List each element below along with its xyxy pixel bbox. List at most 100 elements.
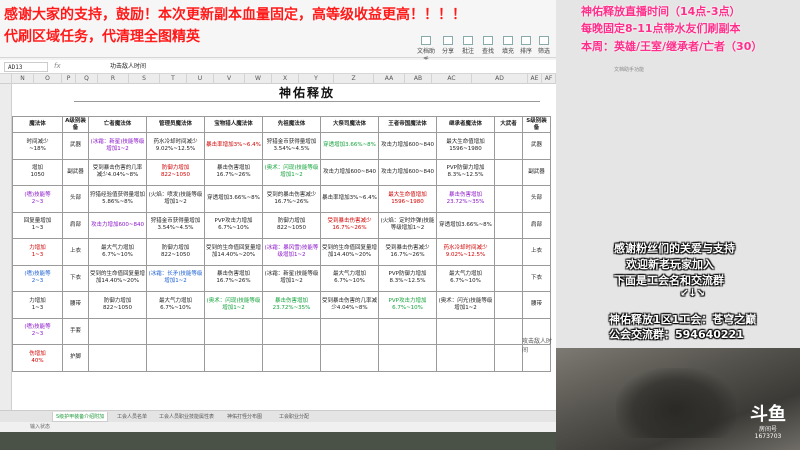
doc-assistant-button[interactable]: 文档助手: [416, 36, 436, 64]
fill-button[interactable]: 填充: [500, 36, 516, 55]
table-cell[interactable]: 药水冷却时间减少 9.02%~12.5%: [146, 132, 205, 160]
sheet-tab[interactable]: S级护甲装备介绍附加: [52, 412, 109, 422]
column-header[interactable]: X: [272, 74, 299, 84]
table-cell[interactable]: [378, 317, 437, 345]
table-cell[interactable]: 狩猎经验值获得量增加5.86%~8%: [88, 185, 147, 213]
table-cell[interactable]: 肩部: [522, 211, 551, 239]
table-cell[interactable]: 防御力增加 822~1050: [88, 291, 147, 319]
table-cell[interactable]: 暴击率增加3%~6.4%: [320, 185, 379, 213]
column-heading[interactable]: 先祖魔法体: [262, 116, 321, 133]
table-cell[interactable]: 暴击伤害增加 23.72%~35%: [436, 185, 495, 213]
table-cell[interactable]: (奥术：闪现)技能等级增加1~2: [262, 158, 321, 186]
table-cell[interactable]: 攻击力增加600~840: [378, 158, 437, 186]
table-cell[interactable]: 回复量增加 1~3: [12, 211, 63, 239]
table-cell[interactable]: 暴击伤害增加 23.72%~35%: [262, 291, 321, 319]
sheet-tab[interactable]: 工会职业分配: [276, 412, 312, 422]
table-cell[interactable]: 穿透增加3.66%~8%: [436, 211, 495, 239]
table-cell[interactable]: 受到暴击伤害减少 16.7%~26%: [378, 238, 437, 266]
table-cell[interactable]: [494, 264, 523, 292]
table-cell[interactable]: 最大气力增加 6.7%~10%: [88, 238, 147, 266]
table-cell[interactable]: 上衣: [62, 238, 89, 266]
table-cell[interactable]: (冰霜：长矛)技能等级增加1~2: [146, 264, 205, 292]
table-cell[interactable]: 力增加 1~3: [12, 291, 63, 319]
column-heading[interactable]: 大武者: [494, 116, 523, 133]
table-cell[interactable]: [88, 344, 147, 372]
table-cell[interactable]: 武器: [62, 132, 89, 160]
column-heading[interactable]: A级别装备: [62, 116, 89, 133]
table-cell[interactable]: [494, 211, 523, 239]
table-cell[interactable]: 武器: [522, 132, 551, 160]
column-header[interactable]: W: [245, 74, 272, 84]
find-button[interactable]: 查找: [480, 36, 496, 55]
table-cell[interactable]: (嗜)技能等 2~3: [12, 317, 63, 345]
column-header[interactable]: Y: [299, 74, 334, 84]
table-cell[interactable]: 攻击力增加600~840: [88, 211, 147, 239]
column-header[interactable]: AD: [472, 74, 528, 84]
column-heading[interactable]: 管理员魔法体: [146, 116, 205, 133]
fx-icon[interactable]: fx: [54, 62, 61, 70]
table-cell[interactable]: 手套: [62, 317, 89, 345]
table-cell[interactable]: PVP防御力增加 8.3%~12.5%: [436, 158, 495, 186]
table-cell[interactable]: 穿透增加3.66%~8%: [204, 185, 263, 213]
column-header[interactable]: T: [160, 74, 187, 84]
table-cell[interactable]: [262, 344, 321, 372]
cell-edit-text[interactable]: 攻击敌人时间: [522, 336, 556, 354]
table-cell[interactable]: 暴击伤害增加 16.7%~26%: [204, 264, 263, 292]
table-cell[interactable]: [494, 132, 523, 160]
column-header[interactable]: Z: [334, 74, 374, 84]
table-cell[interactable]: 最大气力增加 6.7%~10%: [146, 291, 205, 319]
table-cell[interactable]: 暴击伤害增加 16.7%~26%: [204, 158, 263, 186]
table-cell[interactable]: (冰霜：暴风雪)技能等级增加1~2: [262, 238, 321, 266]
table-cell[interactable]: 力增加 1~3: [12, 238, 63, 266]
table-cell[interactable]: (奥术：闪光)技能等级增加1~2: [436, 291, 495, 319]
column-heading[interactable]: 继承者魔法体: [436, 116, 495, 133]
sheet-tab[interactable]: 神佑打怪分布图: [224, 412, 265, 422]
column-heading[interactable]: 王者帝国魔法体: [378, 116, 437, 133]
table-cell[interactable]: 受到暴击伤害减少 16.7%~26%: [320, 211, 379, 239]
table-cell[interactable]: 最大生命值增加 1596~1980: [378, 185, 437, 213]
table-cell[interactable]: [378, 344, 437, 372]
table-cell[interactable]: [436, 317, 495, 345]
filter-button[interactable]: 筛选: [536, 36, 552, 55]
column-header[interactable]: P: [62, 74, 76, 84]
column-header[interactable]: AE: [528, 74, 542, 84]
table-cell[interactable]: (冰霜：新星)技能等级增加1~2: [88, 132, 147, 160]
table-cell[interactable]: 腰带: [62, 291, 89, 319]
column-header[interactable]: AB: [405, 74, 432, 84]
table-cell[interactable]: (嗜)技能等 2~3: [12, 264, 63, 292]
table-cell[interactable]: [494, 158, 523, 186]
column-header[interactable]: R: [98, 74, 129, 84]
table-cell[interactable]: 副武器: [522, 158, 551, 186]
select-all-corner[interactable]: [0, 74, 12, 84]
table-cell[interactable]: [146, 344, 205, 372]
sheet-title[interactable]: 神佑释放: [74, 84, 540, 102]
table-cell[interactable]: 肩部: [62, 211, 89, 239]
table-cell[interactable]: [494, 344, 523, 372]
column-header[interactable]: Q: [76, 74, 98, 84]
table-cell[interactable]: [320, 317, 379, 345]
table-cell[interactable]: 攻击力增加600~840: [378, 132, 437, 160]
sheet-tab[interactable]: 工会人员名单: [114, 412, 150, 422]
table-cell[interactable]: [204, 317, 263, 345]
column-header[interactable]: S: [129, 74, 160, 84]
table-cell[interactable]: 头部: [522, 185, 551, 213]
table-cell[interactable]: 副武器: [62, 158, 89, 186]
table-cell[interactable]: 受到的生命值回复量增加14.40%~20%: [320, 238, 379, 266]
table-cell[interactable]: 受到暴击伤害的几率 减少4.04%~8%: [88, 158, 147, 186]
table-cell[interactable]: 腰带: [522, 291, 551, 319]
column-header[interactable]: V: [214, 74, 245, 84]
table-cell[interactable]: [494, 185, 523, 213]
table-cell[interactable]: 防御力增加 822~1050: [146, 158, 205, 186]
table-cell[interactable]: [320, 344, 379, 372]
column-header[interactable]: AF: [542, 74, 556, 84]
table-cell[interactable]: 护脚: [62, 344, 89, 372]
table-cell[interactable]: 受到的生命值回复量增加14.40%~20%: [88, 264, 147, 292]
sheet-tab[interactable]: 工会人员职业技能属性表: [156, 412, 217, 422]
name-box[interactable]: AD13: [4, 62, 48, 72]
table-cell[interactable]: 狩猎金币获得量增加 3.54%~4.5%: [262, 132, 321, 160]
table-cell[interactable]: 最大气力增加 6.7%~10%: [436, 264, 495, 292]
formula-input[interactable]: 功击敌人时间: [110, 62, 146, 71]
table-cell[interactable]: 药水冷却时间减少 9.02%~12.5%: [436, 238, 495, 266]
table-cell[interactable]: 受到的暴击伤害减少 16.7%~26%: [262, 185, 321, 213]
table-cell[interactable]: [146, 317, 205, 345]
